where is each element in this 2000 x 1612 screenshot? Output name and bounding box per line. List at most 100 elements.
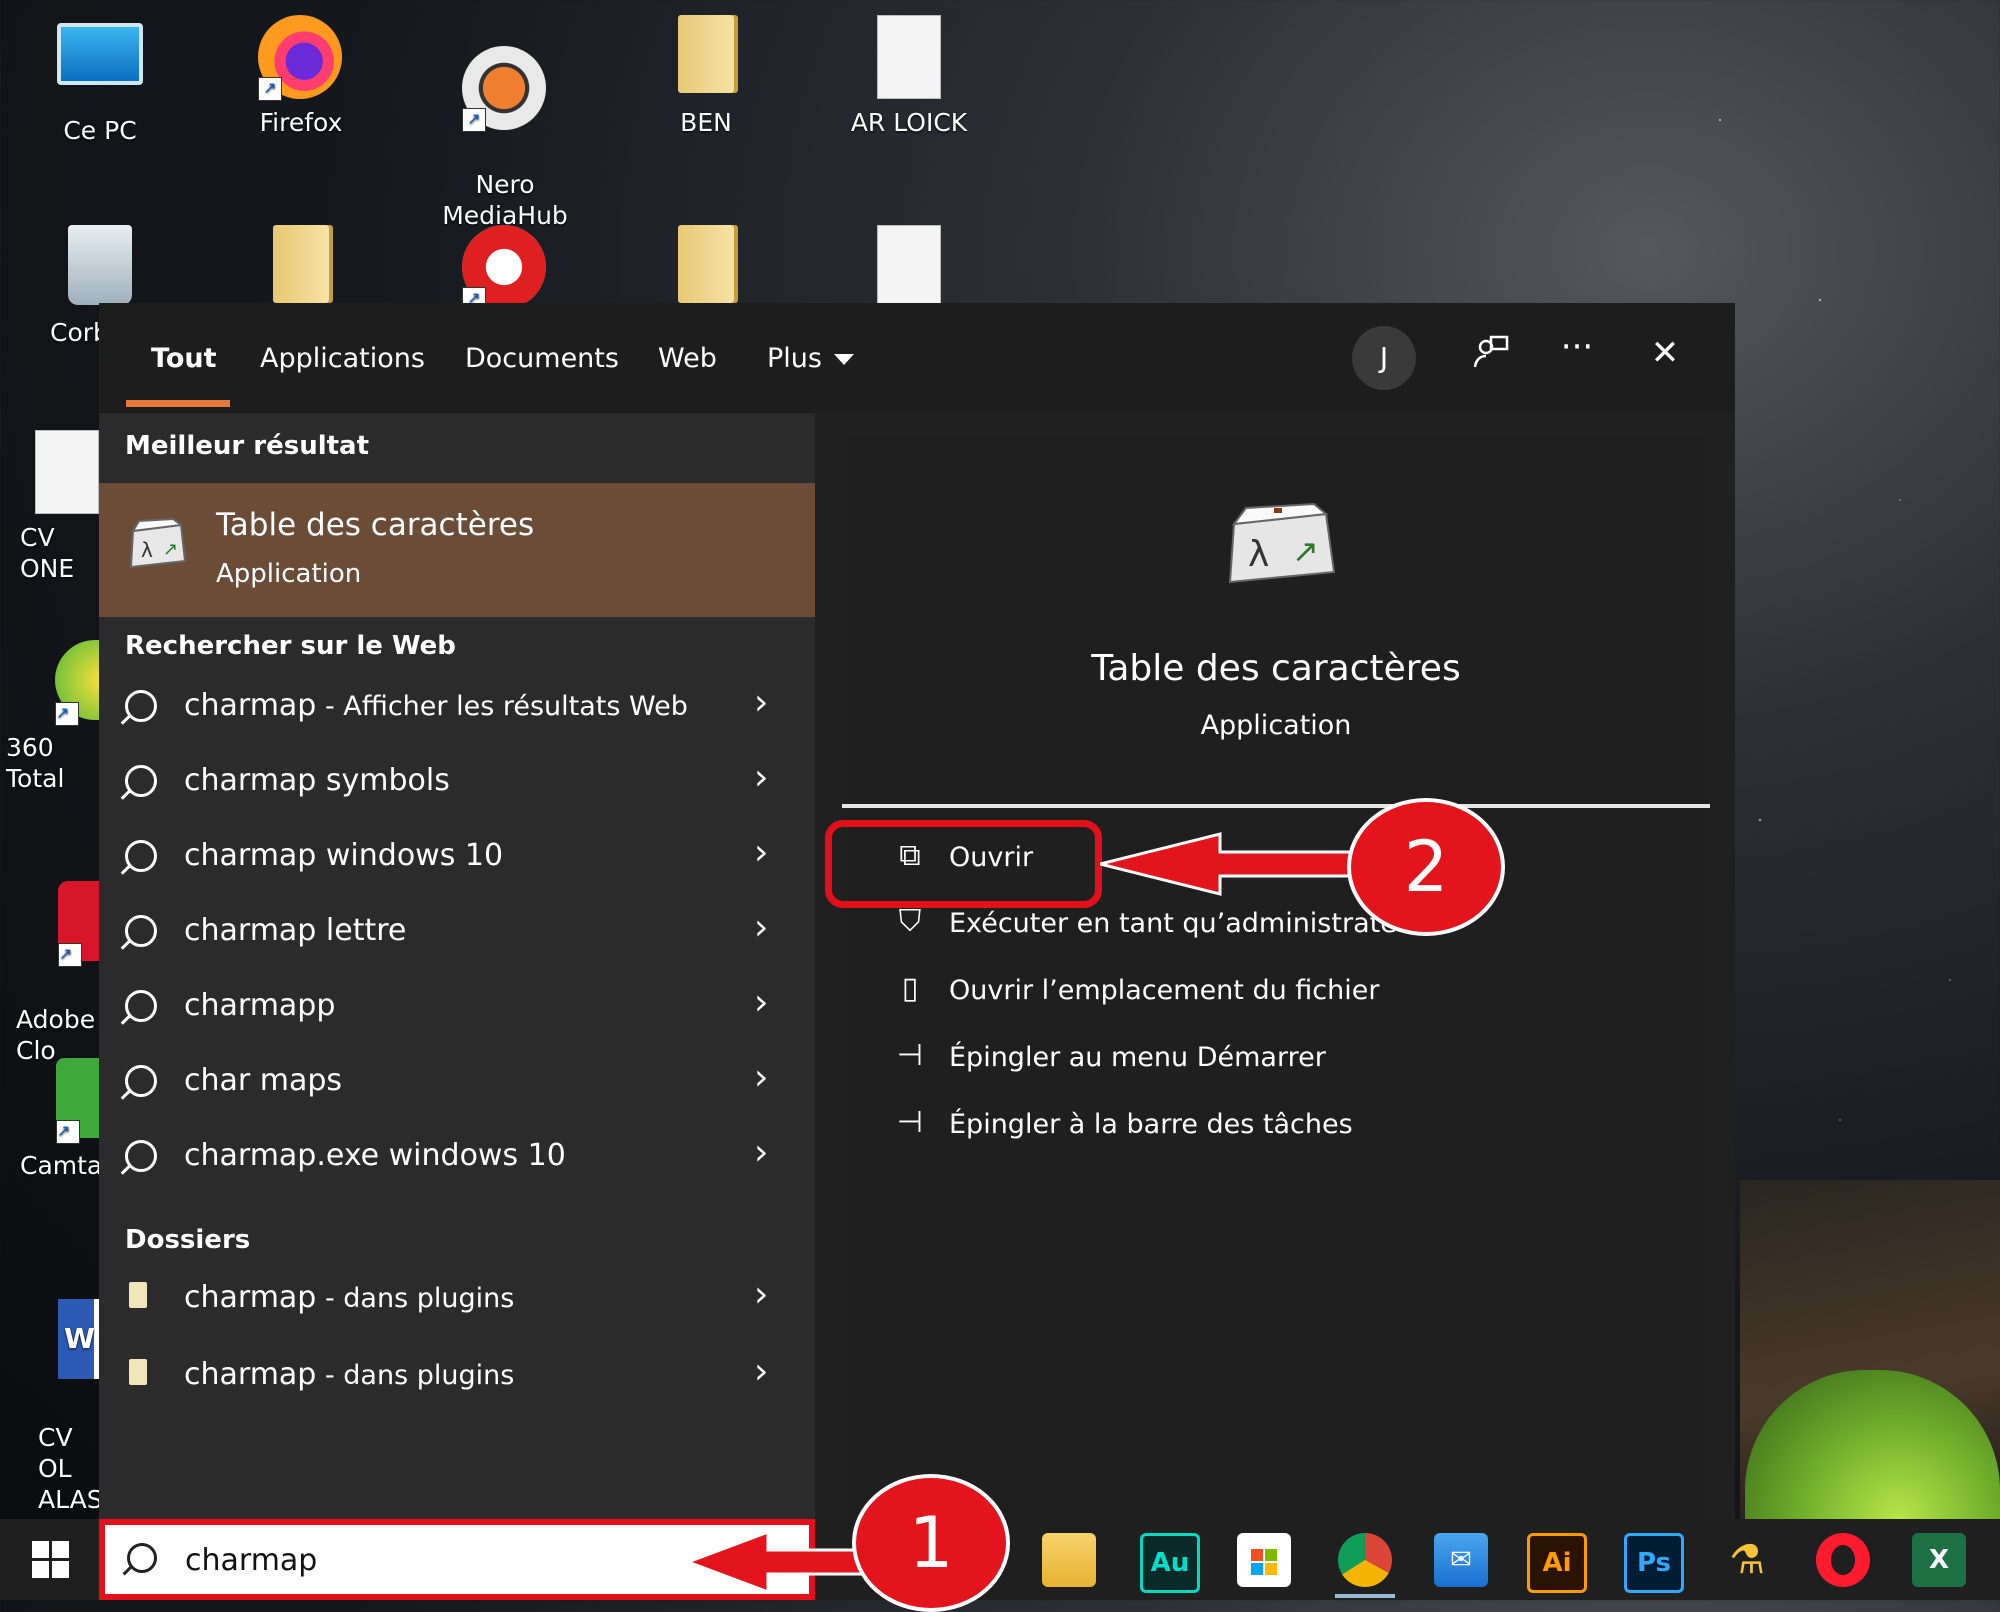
pin-icon: ⊣ [896,1105,924,1140]
search-icon [125,1065,157,1097]
excel-icon[interactable]: X [1912,1533,1966,1587]
desktop-icon-cv-one[interactable]: CV ONE [0,430,105,584]
action-pin-taskbar[interactable]: ⊣ Épingler à la barre des tâches [842,1099,1710,1159]
desktop-icon-label: Adobe Clo [16,1005,96,1065]
folder-icon [663,15,749,101]
desktop-icon-label: BEN [680,108,732,137]
account-avatar[interactable]: J [1352,326,1416,390]
search-icon [125,1140,157,1172]
folder-result-item[interactable]: charmap - dans plugins › [99,1268,815,1338]
chevron-right-icon: › [754,982,769,1023]
chrome-icon[interactable] [1338,1533,1392,1587]
tab-documents[interactable]: Documents [465,343,619,374]
chevron-right-icon: › [754,1274,769,1315]
photoshop-icon[interactable]: Ps [1624,1533,1684,1593]
folder-icon [129,1359,147,1385]
action-open-file-location[interactable]: ▯ Ouvrir l’emplacement du fichier [842,965,1710,1025]
result-completion: symbols [316,763,450,798]
folder-result-item[interactable]: charmap - dans plugins › [99,1345,815,1415]
opera-icon[interactable] [1816,1533,1870,1587]
desktop-icon-label: Ce PC [63,116,137,145]
chevron-right-icon: › [754,1132,769,1173]
file-explorer-icon[interactable] [1042,1533,1096,1587]
folder-icon [129,1282,147,1308]
search-icon [125,765,157,797]
result-suffix: - dans plugins [316,1360,515,1391]
web-result-item[interactable]: char maps › [99,1051,815,1121]
section-best-result: Meilleur résultat [125,431,370,461]
best-result-item[interactable]: λ ↗ Table des caractères Application [99,483,815,617]
result-completion: maps [250,1063,343,1098]
microsoft-store-icon[interactable] [1237,1533,1291,1587]
desktop-icon-label: CV OL ALAS [38,1423,103,1514]
lab-flask-icon[interactable]: ⚗ [1720,1533,1774,1587]
desktop-icon-cv-word[interactable]: W CV OL ALAS [0,1268,103,1546]
web-result-item[interactable]: charmap windows 10 › [99,826,815,896]
desktop-icon-camtasia[interactable]: ↗ Camtas [0,1058,116,1181]
folder-icon [663,225,749,311]
result-query: charmap [184,763,317,798]
illustrator-icon[interactable]: Ai [1527,1533,1587,1593]
best-result-subtitle: Application [216,559,362,589]
folder-icon [258,225,344,311]
chevron-right-icon: › [754,1057,769,1098]
chevron-right-icon: › [754,1351,769,1392]
pin-icon: ⊣ [896,1038,924,1073]
result-query: charmap [184,1280,317,1315]
document-icon [866,15,952,101]
web-result-item[interactable]: charmap lettre › [99,901,815,971]
search-tabs-bar: Tout Applications Documents Web Plus J ·… [99,303,1735,413]
web-result-item[interactable]: charmap symbols › [99,751,815,821]
svg-text:λ: λ [141,538,153,562]
desktop-icon-label: Camtas [20,1151,116,1180]
section-web-search: Rechercher sur le Web [125,631,456,661]
this-pc-icon [57,23,143,109]
audition-icon[interactable]: Au [1140,1533,1200,1593]
active-tab-indicator [126,400,230,407]
tab-applications[interactable]: Applications [260,343,425,374]
svg-text:λ: λ [1248,534,1269,575]
more-options-icon[interactable]: ··· [1552,327,1602,367]
result-query: charmap [184,913,317,948]
detail-title: Table des caractères [1091,648,1461,689]
nero-icon: ↗ [462,46,548,132]
windows-start-icon[interactable] [32,1541,70,1579]
chevron-right-icon: › [754,682,769,723]
result-suffix: - Afficher les résultats Web [316,691,688,722]
svg-text:↗: ↗ [1292,532,1319,570]
chevron-right-icon: › [754,757,769,798]
search-icon [125,690,157,722]
chevron-right-icon: › [754,832,769,873]
action-label: Ouvrir l’emplacement du fichier [949,975,1380,1006]
desktop-icon-this-pc[interactable]: Ce PC [15,15,185,146]
search-input[interactable]: charmap [185,1543,317,1578]
web-result-item[interactable]: charmap.exe windows 10 › [99,1126,815,1196]
desktop-icon-ar-loick[interactable]: AR LOICK [824,15,994,138]
tab-tout[interactable]: Tout [151,343,217,374]
mail-icon[interactable]: ✉ [1434,1533,1488,1587]
result-completion: lettre [316,913,407,948]
admin-shield-icon: ⛉ [898,904,922,939]
web-result-item[interactable]: charmap - Afficher les résultats Web › [99,676,815,746]
result-query: char [184,1063,251,1098]
web-result-item[interactable]: charmapp › [99,976,815,1046]
action-pin-start[interactable]: ⊣ Épingler au menu Démarrer [842,1032,1710,1092]
close-icon[interactable]: ✕ [1640,333,1690,373]
result-query: charmap [184,838,317,873]
result-query: charmap [184,988,317,1023]
result-completion: p [316,988,336,1023]
tab-web[interactable]: Web [658,343,717,374]
desktop-icon-ben[interactable]: BEN [621,15,791,138]
feedback-icon[interactable] [1466,333,1516,382]
tab-plus-label: Plus [767,343,822,374]
tab-plus[interactable]: Plus [767,343,854,374]
callout-step-1: 1 [852,1474,1010,1612]
best-result-title: Table des caractères [216,507,535,543]
charmap-app-icon: λ ↗ [1222,502,1342,594]
desktop-icon-360-total[interactable]: ↗ 360 Total [0,640,115,794]
file-location-icon: ▯ [901,971,919,1006]
search-window: Tout Applications Documents Web Plus J ·… [99,303,1735,1519]
chevron-right-icon: › [754,907,769,948]
result-query: charmap [184,1138,317,1173]
desktop-icon-firefox[interactable]: ↗ Firefox [216,15,386,138]
